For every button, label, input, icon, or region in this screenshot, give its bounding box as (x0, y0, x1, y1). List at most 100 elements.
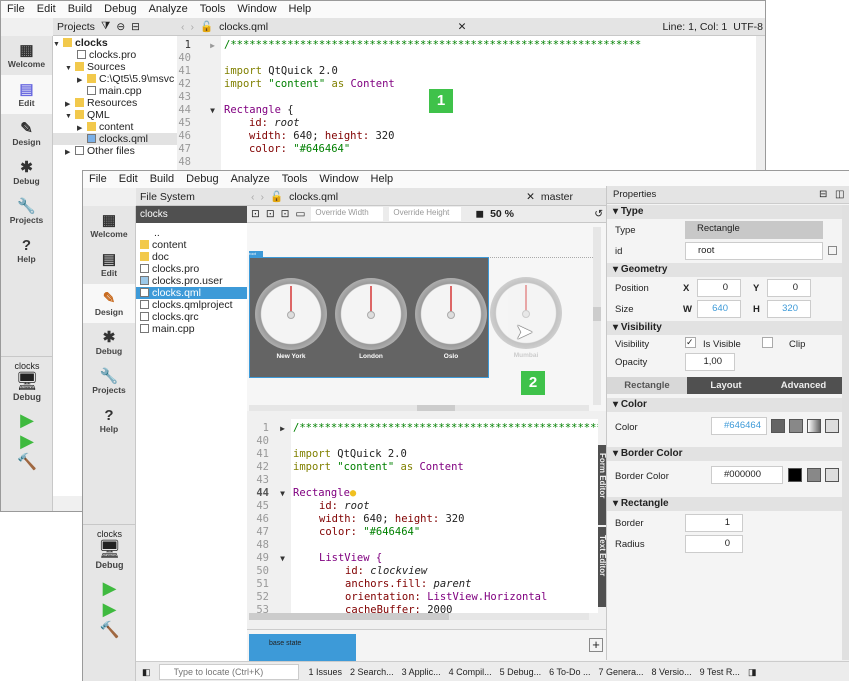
add-state-button[interactable]: + (589, 638, 603, 652)
tree-item[interactable]: clocks.pro (53, 49, 177, 61)
debug-run-icon[interactable]: ▶ (1, 431, 53, 452)
output-compile[interactable]: 4 Compil... (449, 667, 492, 677)
tree-item[interactable]: clocks.qml (53, 133, 177, 145)
root-rectangle[interactable]: New York London Oslo (249, 257, 489, 378)
panel-selector[interactable]: File System (140, 191, 195, 203)
tree-item[interactable]: ▼ QML (53, 109, 177, 121)
mode-welcome[interactable]: ▦ Welcome (1, 36, 52, 75)
toggle-output-icon[interactable]: ◨ (748, 667, 757, 678)
menu-build[interactable]: Build (144, 171, 180, 188)
properties-scrollbar[interactable] (842, 205, 849, 660)
canvas-hscrollbar[interactable] (249, 405, 589, 411)
tree-item[interactable]: ▼ clocks (53, 37, 177, 49)
mode-edit[interactable]: ▤ Edit (1, 75, 52, 114)
file-item[interactable]: doc (136, 251, 247, 263)
tree-item[interactable]: ▶ Other files (53, 145, 177, 157)
id-input[interactable]: root (685, 242, 823, 260)
toggle-sidebar-icon[interactable]: ◧ (142, 667, 151, 678)
solid-color-button[interactable] (789, 419, 803, 433)
menu-window[interactable]: Window (313, 171, 364, 188)
canvas-vscrollbar[interactable] (593, 227, 601, 405)
menu-edit[interactable]: Edit (31, 1, 62, 18)
code-hscrollbar[interactable] (249, 613, 589, 620)
filter-icon[interactable]: ⧩ (101, 20, 110, 33)
mode-projects[interactable]: 🔧 Projects (1, 192, 52, 231)
menu-help[interactable]: Help (283, 1, 318, 18)
code-editor[interactable]: /***************************************… (221, 36, 756, 176)
gradient-button[interactable] (807, 419, 821, 433)
section-rectangle[interactable]: ▾ Rectangle (607, 497, 842, 511)
mode-help[interactable]: ? Help (83, 401, 135, 440)
id-export-checkbox[interactable] (828, 246, 837, 255)
output-issues[interactable]: 1 Issues (309, 667, 343, 677)
open-file[interactable]: clocks.qml (289, 191, 338, 203)
border-transparent-button[interactable] (825, 468, 839, 482)
lightbulb-icon[interactable]: ● (350, 487, 356, 499)
clock-london[interactable] (335, 278, 407, 350)
tree-item[interactable]: ▼ Sources (53, 61, 177, 73)
clock-oslo[interactable] (415, 278, 487, 350)
back-icon[interactable]: ‹ (181, 21, 185, 33)
close-icon[interactable]: ✕ (526, 191, 535, 203)
output-application[interactable]: 3 Applic... (402, 667, 441, 677)
override-height-input[interactable]: Override Height (389, 207, 462, 221)
section-color[interactable]: ▾ Color (607, 398, 842, 412)
menu-tools[interactable]: Tools (276, 171, 314, 188)
output-version[interactable]: 8 Versio... (652, 667, 692, 677)
output-search[interactable]: 2 Search... (350, 667, 394, 677)
close-panel-icon[interactable]: ◫ (835, 189, 844, 200)
forward-icon[interactable]: › (191, 21, 195, 33)
build-hammer-icon[interactable]: 🔨 (83, 620, 136, 640)
menu-help[interactable]: Help (365, 171, 400, 188)
monitor-icon[interactable]: 🖥 (1, 371, 53, 392)
section-visibility[interactable]: ▾ Visibility (607, 321, 842, 335)
panel-selector[interactable]: Projects (57, 21, 95, 33)
build-hammer-icon[interactable]: 🔨 (1, 452, 53, 472)
split-icon[interactable]: ⊟ (131, 21, 140, 33)
menu-debug[interactable]: Debug (180, 171, 224, 188)
tree-item[interactable]: ▶ Resources (53, 97, 177, 109)
tree-item[interactable]: main.cpp (53, 85, 177, 97)
menu-edit[interactable]: Edit (113, 171, 144, 188)
monitor-icon[interactable]: 🖥 (83, 539, 136, 560)
height-spinbox[interactable]: 320 (767, 300, 811, 318)
file-item[interactable]: clocks.qml (136, 287, 247, 299)
color-input[interactable]: #646464 (711, 417, 767, 435)
radius-spinbox[interactable]: 0 (685, 535, 743, 553)
state-base[interactable]: base state (249, 634, 356, 662)
width-spinbox[interactable]: 640 (697, 300, 741, 318)
anchor-icon[interactable]: ⊡ (266, 208, 275, 220)
rect-icon[interactable]: ▭ (295, 208, 305, 220)
section-geometry[interactable]: ▾ Geometry (607, 263, 842, 277)
file-item[interactable]: clocks.pro (136, 263, 247, 275)
open-file[interactable]: clocks.qml (219, 21, 268, 33)
code-editor[interactable]: /***************************************… (291, 419, 598, 613)
clip-checkbox[interactable] (762, 337, 773, 348)
file-item[interactable]: main.cpp (136, 323, 247, 335)
mode-help[interactable]: ? Help (1, 231, 52, 270)
menu-file[interactable]: File (83, 171, 113, 188)
y-spinbox[interactable]: 0 (767, 279, 811, 297)
output-general[interactable]: 7 Genera... (599, 667, 644, 677)
file-item[interactable]: clocks.qrc (136, 311, 247, 323)
mode-design[interactable]: ✎ Design (83, 284, 135, 323)
transparent-button[interactable] (825, 419, 839, 433)
vertical-scrollbar[interactable] (756, 36, 765, 176)
output-todo[interactable]: 6 To-Do ... (549, 667, 590, 677)
zoom-selector[interactable]: 50 % (490, 208, 514, 220)
is-visible-checkbox[interactable]: ✓ (685, 337, 696, 348)
mode-welcome[interactable]: ▦ Welcome (83, 206, 135, 245)
file-item[interactable]: clocks.qmlproject (136, 299, 247, 311)
form-canvas[interactable]: root New York London Oslo Mumbai ➤ (247, 223, 607, 411)
tab-advanced[interactable]: Advanced (765, 377, 842, 394)
kit-config[interactable]: Debug (1, 392, 53, 402)
bounds-icon[interactable]: ⊡ (281, 208, 290, 220)
menu-analyze[interactable]: Analyze (225, 171, 276, 188)
output-test-results[interactable]: 9 Test R... (700, 667, 740, 677)
kit-project[interactable]: clocks (1, 361, 53, 371)
mode-debug[interactable]: ✱ Debug (1, 153, 52, 192)
menu-file[interactable]: File (1, 1, 31, 18)
kit-config[interactable]: Debug (83, 560, 136, 570)
background-color-icon[interactable]: ◼ (475, 208, 484, 220)
file-item[interactable]: content (136, 239, 247, 251)
